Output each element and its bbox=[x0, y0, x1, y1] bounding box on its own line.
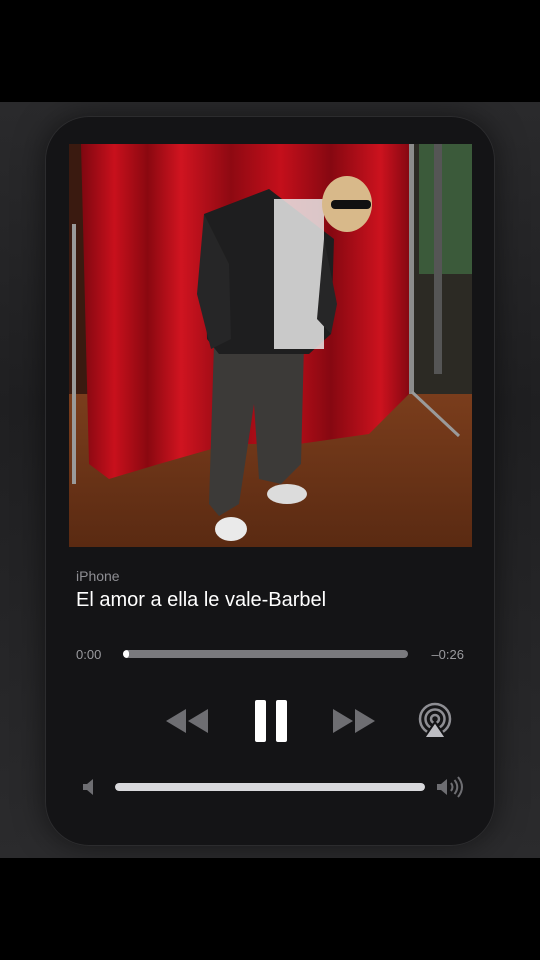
remaining-time: –0:26 bbox=[431, 647, 464, 662]
now-playing-card: iPhone El amor a ella le vale-Barbel 0:0… bbox=[45, 116, 495, 846]
elapsed-time: 0:00 bbox=[76, 647, 102, 662]
speaker-high-icon bbox=[435, 776, 465, 798]
volume-fill bbox=[115, 783, 425, 791]
pause-button[interactable] bbox=[251, 698, 291, 744]
speaker-low-icon bbox=[81, 778, 99, 796]
pause-icon bbox=[255, 700, 287, 742]
track-title: El amor a ella le vale-Barbel bbox=[76, 589, 327, 611]
backward-icon bbox=[166, 709, 208, 733]
forward-button[interactable] bbox=[331, 706, 377, 736]
rewind-button[interactable] bbox=[164, 706, 210, 736]
album-artwork bbox=[69, 144, 472, 547]
progress-fill bbox=[123, 650, 129, 658]
progress-scrubber[interactable] bbox=[123, 650, 408, 658]
airplay-button[interactable] bbox=[416, 702, 454, 740]
airplay-icon bbox=[418, 702, 452, 739]
forward-icon bbox=[333, 709, 375, 733]
output-device-label: iPhone bbox=[76, 568, 120, 584]
volume-slider[interactable] bbox=[115, 783, 425, 791]
